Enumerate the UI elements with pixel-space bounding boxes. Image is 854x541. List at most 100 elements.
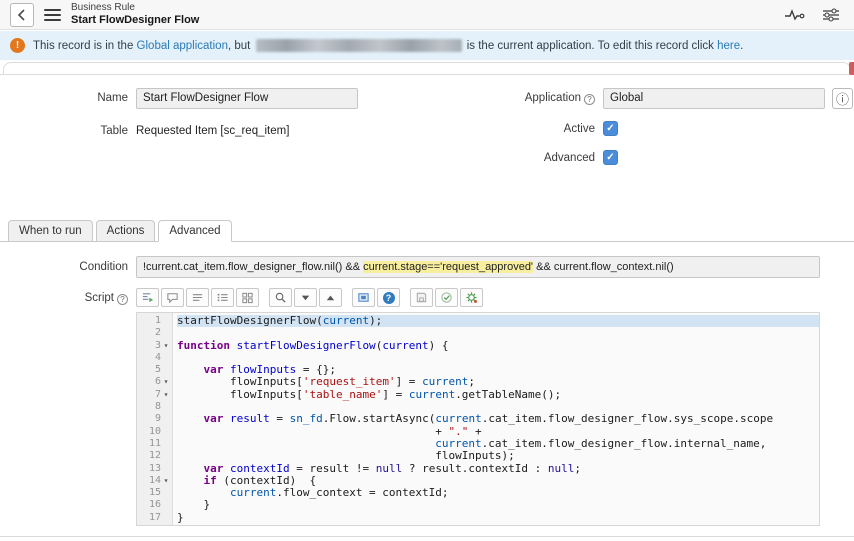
gutter-line: 12: [148, 450, 161, 462]
gutter-line: 13: [148, 462, 161, 474]
save-button[interactable]: [410, 288, 433, 307]
tab-strip: When to run Actions Advanced: [8, 220, 232, 242]
search-button[interactable]: [269, 288, 292, 307]
comment-code-button[interactable]: [161, 288, 184, 307]
code-line[interactable]: startFlowDesignerFlow(current);: [177, 314, 819, 328]
condition-highlight: current.stage=='request_approved': [363, 261, 534, 273]
gutter-line: 11: [148, 437, 161, 449]
form-section-divider: [0, 74, 854, 75]
save-disk-icon: [416, 292, 427, 303]
gutter-line: 16: [148, 499, 161, 511]
script-label: Script?: [0, 292, 136, 305]
redacted-application-name: [255, 39, 462, 52]
gutter-line: 2: [154, 327, 161, 339]
activity-pulse-button[interactable]: [782, 5, 808, 25]
gutter-line: 7 ▾: [137, 389, 172, 401]
name-input[interactable]: Start FlowDesigner Flow: [136, 88, 358, 109]
tab-when-to-run[interactable]: When to run: [8, 220, 93, 242]
editor-code: startFlowDesignerFlow(current); function…: [173, 313, 819, 525]
full-screen-icon: [358, 293, 369, 302]
menu-icon[interactable]: [44, 8, 61, 21]
tab-advanced[interactable]: Advanced: [158, 220, 232, 242]
header-bar: Business Rule Start FlowDesigner Flow: [0, 0, 854, 30]
record-type-label: Business Rule: [71, 1, 135, 13]
global-application-link[interactable]: Global application: [137, 40, 228, 52]
syntax-check-button[interactable]: [435, 288, 458, 307]
application-info-button[interactable]: ⓘ: [832, 88, 853, 109]
condition-label: Condition: [79, 261, 128, 273]
active-label: Active: [563, 123, 595, 135]
active-checkbox[interactable]: ✓: [603, 121, 618, 136]
warning-banner: ! This record is in the Global applicati…: [0, 31, 854, 60]
full-screen-button[interactable]: [352, 288, 375, 307]
format-code-button[interactable]: [136, 288, 159, 307]
fold-toggle-icon[interactable]: ▾: [161, 475, 171, 487]
gutter-line: 9: [154, 413, 161, 425]
form-settings-button[interactable]: [818, 5, 844, 25]
condition-input[interactable]: !current.cat_item.flow_designer_flow.nil…: [136, 256, 820, 278]
banner-text-part: This record is in the: [33, 40, 137, 52]
code-line[interactable]: }: [177, 499, 819, 511]
bottom-divider: [0, 536, 854, 537]
search-icon: [275, 292, 286, 303]
table-value: Requested Item [sc_req_item]: [136, 125, 290, 137]
script-debugger-button[interactable]: [460, 288, 483, 307]
debugger-gear-icon: [466, 292, 477, 303]
help-glyph: ?: [120, 295, 125, 304]
back-button[interactable]: [10, 2, 34, 27]
lines-icon: [192, 294, 203, 301]
tab-actions[interactable]: Actions: [95, 220, 156, 242]
script-editor-toolbar: ?: [136, 288, 483, 307]
application-input[interactable]: Global: [603, 88, 825, 109]
pulse-icon: [785, 8, 805, 21]
numbered-list-icon: [217, 293, 228, 302]
scroll-marker: [849, 62, 854, 75]
find-next-button[interactable]: [294, 288, 317, 307]
advanced-label: Advanced: [543, 152, 595, 164]
line-numbers-button[interactable]: [211, 288, 234, 307]
application-label: Application?: [400, 92, 603, 105]
application-help-icon[interactable]: ?: [584, 94, 595, 105]
fold-toggle-icon[interactable]: ▾: [161, 340, 171, 352]
banner-text-part: is the current application. To edit this…: [463, 40, 718, 52]
table-label: Table: [100, 125, 129, 137]
banner-text: This record is in the Global application…: [33, 39, 743, 52]
check-icon: ✓: [606, 152, 615, 163]
format-code-icon: [142, 293, 154, 303]
chevron-down-icon: [301, 295, 310, 301]
info-icon: ⓘ: [835, 92, 849, 107]
replace-grid-button[interactable]: [236, 288, 259, 307]
record-name-label: Start FlowDesigner Flow: [71, 13, 200, 26]
gutter-line: 6 ▾: [137, 376, 172, 388]
advanced-checkbox[interactable]: ✓: [603, 150, 618, 165]
editor-gutter: 1 2 3 ▾ 4 5 6 ▾ 7 ▾ 8 9 10 11 12 13 14 ▾ 15 16 17: [137, 313, 173, 525]
help-icon: ?: [382, 291, 395, 304]
comment-icon: [167, 293, 178, 304]
here-link[interactable]: here: [717, 40, 740, 52]
code-line[interactable]: flowInputs['table_name'] = current.getTa…: [177, 388, 819, 401]
help-button[interactable]: ?: [377, 288, 400, 307]
syntax-check-icon: [441, 292, 452, 303]
gutter-line: 17: [148, 511, 161, 523]
gutter-line: 8: [154, 401, 161, 413]
gutter-line: 1: [154, 315, 161, 326]
condition-text: && current.flow_context.nil(): [533, 261, 674, 273]
comment-lines-button[interactable]: [186, 288, 209, 307]
fold-toggle-icon[interactable]: ▾: [161, 389, 171, 401]
condition-text: !current.cat_item.flow_designer_flow.nil…: [143, 261, 364, 273]
code-line[interactable]: }: [177, 511, 819, 524]
script-code-editor[interactable]: 1 2 3 ▾ 4 5 6 ▾ 7 ▾ 8 9 10 11 12 13 14 ▾ 15 16 17 startFlowD…: [136, 312, 820, 526]
gutter-line: 3 ▾: [137, 340, 172, 352]
record-title: Business Rule Start FlowDesigner Flow: [71, 2, 199, 27]
code-line[interactable]: current.flow_context = contextId;: [177, 487, 819, 499]
code-line[interactable]: function startFlowDesignerFlow(current) …: [177, 339, 819, 352]
gutter-line: 4: [154, 351, 161, 363]
gutter-line: 15: [148, 487, 161, 499]
script-help-icon[interactable]: ?: [117, 294, 128, 305]
banner-text-part: .: [740, 40, 744, 52]
help-glyph: ?: [587, 95, 592, 104]
business-rule-page: Business Rule Start FlowDesigner Flow ! …: [0, 0, 854, 541]
gutter-line: 14 ▾: [137, 475, 172, 487]
find-previous-button[interactable]: [319, 288, 342, 307]
fold-toggle-icon[interactable]: ▾: [161, 376, 171, 388]
